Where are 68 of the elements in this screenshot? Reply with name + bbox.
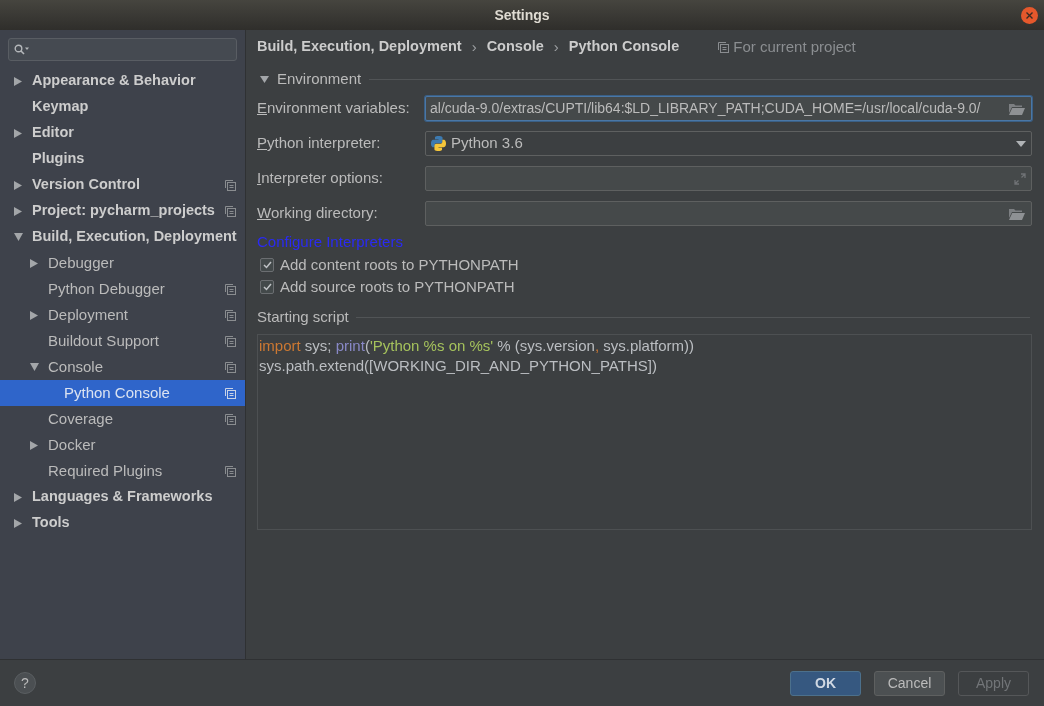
caret-right-icon[interactable] [14, 206, 22, 216]
sidebar-item[interactable]: Plugins [0, 146, 245, 172]
script-editor[interactable]: import sys; print('Python %s on %s' % (sys.version, sys.platform)) sys.path.extend([WORKING_DIR_AND_PYTHON_PATHS]) [257, 334, 1032, 530]
input-field[interactable] [425, 201, 1032, 226]
search-field[interactable] [8, 38, 237, 61]
caret-right-icon[interactable] [14, 492, 22, 502]
python-logo-icon [431, 136, 446, 151]
sidebar-item[interactable]: Required Plugins [0, 458, 245, 484]
caret-right-icon[interactable] [14, 180, 22, 190]
sidebar-item[interactable]: Docker [0, 432, 245, 458]
sidebar-item[interactable]: Python Console [0, 380, 245, 406]
breadcrumb-separator: › [552, 36, 560, 57]
caret-right-icon[interactable] [30, 440, 38, 450]
field-label: Working directory: [257, 203, 379, 224]
sidebar-item[interactable]: Coverage [0, 406, 245, 432]
checkbox[interactable] [260, 258, 274, 272]
checkbox[interactable] [260, 280, 274, 294]
sidebar-item[interactable]: Python Debugger [0, 276, 245, 302]
code-line: sys.path.extend([WORKING_DIR_AND_PYTHON_PATHS]) [259, 356, 658, 376]
checkmark-icon [262, 261, 272, 269]
sidebar-item[interactable]: Deployment [0, 302, 245, 328]
input-field[interactable] [425, 166, 1032, 191]
caret-right-icon[interactable] [14, 76, 22, 86]
caret-right-icon[interactable] [30, 258, 38, 268]
folder-icon[interactable] [1009, 207, 1025, 220]
sidebar-item[interactable]: Version Control [0, 172, 245, 198]
caret-down-icon[interactable] [14, 233, 23, 241]
sidebar-item[interactable]: Tools [0, 510, 245, 536]
sidebar-item[interactable]: Console [0, 354, 245, 380]
field-label: Python interpreter: [257, 133, 382, 154]
field-label: Environment variables: [257, 98, 411, 119]
breadcrumb-item[interactable]: Console [486, 36, 544, 58]
sidebar-item[interactable]: Editor [0, 120, 245, 146]
help-button[interactable]: ? [14, 672, 36, 694]
sidebar-item[interactable]: Languages & Frameworks [0, 484, 245, 510]
checkbox-label: Add source roots to PYTHONPATH [280, 276, 515, 297]
dialog-button[interactable]: OK [790, 670, 861, 696]
field-label: Interpreter options: [257, 168, 384, 189]
copy-icon [718, 41, 730, 53]
breadcrumb-item[interactable]: Build, Execution, Deployment [257, 36, 462, 58]
sidebar-item[interactable]: Debugger [0, 250, 245, 276]
sidebar-item[interactable]: Appearance & Behavior [0, 68, 245, 94]
caret-right-icon[interactable] [14, 128, 22, 138]
sidebar-item[interactable]: Project: pycharm_projects [0, 198, 245, 224]
close-icon [1026, 11, 1033, 19]
checkmark-icon [262, 283, 272, 291]
section-title: Starting script [257, 306, 349, 327]
sidebar-item[interactable]: Buildout Support [0, 328, 245, 354]
caret-right-icon[interactable] [14, 518, 22, 528]
sidebar-item[interactable]: Keymap [0, 94, 245, 120]
dropdown[interactable]: Python 3.6 [425, 131, 1032, 156]
caret-right-icon[interactable] [30, 310, 38, 320]
dialog-button[interactable]: Cancel [874, 670, 945, 696]
close-button[interactable] [1021, 6, 1038, 24]
search-icon [14, 44, 30, 55]
window-title: Settings [494, 5, 550, 25]
folder-icon[interactable] [1009, 102, 1025, 115]
breadcrumb-item[interactable]: Python Console [568, 36, 680, 58]
scope-label: For current project [733, 36, 856, 57]
input-field[interactable]: al/cuda-9.0/extras/CUPTI/lib64:$LD_LIBRARY_PATH;CUDA_HOME=/usr/local/cuda-9.0/ [425, 96, 1032, 121]
caret-down-icon[interactable] [30, 363, 39, 371]
checkbox-label: Add content roots to PYTHONPATH [280, 254, 519, 275]
caret-down-icon [1016, 140, 1026, 147]
breadcrumb-separator: › [470, 36, 478, 57]
code-line: import sys; print('Python %s on %s' % (sys.version, sys.platform)) [259, 336, 696, 356]
sidebar-item[interactable]: Build, Execution, Deployment [0, 224, 245, 250]
section-title: Environment [277, 68, 362, 89]
caret-down-icon[interactable] [260, 75, 269, 83]
